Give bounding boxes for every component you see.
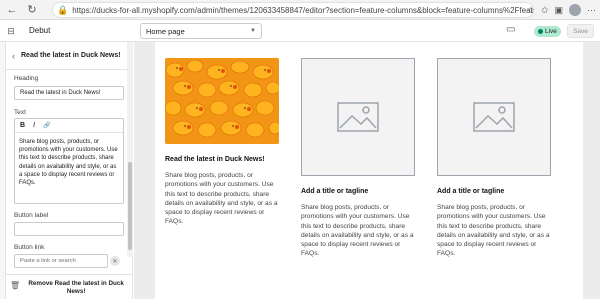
favorites-icon[interactable]: ✩ xyxy=(541,5,549,16)
button-link-label: Button link xyxy=(14,244,45,251)
column-text: Share blog posts, products, or promotion… xyxy=(165,172,278,226)
text-editor-content[interactable]: Share blog posts, products, or promotion… xyxy=(15,133,123,192)
feature-column-1[interactable]: Read the latest in Duck News! Share blog… xyxy=(165,58,279,227)
trash-icon: 🗑 xyxy=(10,281,21,290)
exit-icon[interactable]: ⊟ xyxy=(4,24,18,38)
theme-name: Debut xyxy=(29,26,51,35)
rte-toolbar: B I 🔗 xyxy=(15,119,123,133)
settings-sidebar: ‹ Read the latest in Duck News! Heading … xyxy=(6,42,133,299)
feature-column-2[interactable]: Add a title or tagline Share blog posts,… xyxy=(301,58,415,259)
page-select-label: Home page xyxy=(146,26,185,36)
preview-canvas: Read the latest in Duck News! Share blog… xyxy=(155,42,583,299)
lock-icon: 🔒 xyxy=(57,4,69,15)
button-label-input[interactable] xyxy=(14,222,124,236)
image-placeholder xyxy=(437,58,551,176)
collections-icon[interactable]: ▣ xyxy=(554,5,563,16)
column-heading: Add a title or tagline xyxy=(301,188,369,195)
refresh-icon[interactable]: ↻ xyxy=(24,2,40,18)
sidebar-title: Read the latest in Duck News! xyxy=(21,52,121,59)
back-arrow-icon[interactable]: ← xyxy=(4,2,20,18)
sidebar-scrollbar[interactable] xyxy=(127,42,133,257)
remove-label: Remove Read the latest in Duck News! xyxy=(28,280,124,295)
back-icon[interactable]: ‹ xyxy=(12,51,15,61)
bold-button[interactable]: B xyxy=(20,122,25,129)
theme-editor-topbar: ⊟ Debut Home page ▼ ▭ Live Save xyxy=(0,20,600,42)
link-icon[interactable]: 🔗 xyxy=(43,122,50,129)
page-selector[interactable]: Home page ▼ xyxy=(140,23,262,39)
more-icon[interactable]: ⋯ xyxy=(587,5,596,16)
sidebar-header: ‹ Read the latest in Duck News! xyxy=(6,42,132,70)
avatar[interactable] xyxy=(569,4,581,16)
browser-toolbar: ← ↻ 🔒 https://ducks-for-all.myshopify.co… xyxy=(0,0,600,20)
live-dot-icon xyxy=(538,29,543,34)
column-heading: Read the latest in Duck News! xyxy=(165,156,265,163)
remove-block-button[interactable]: 🗑 Remove Read the latest in Duck News! xyxy=(6,274,132,299)
feature-column-3[interactable]: Add a title or tagline Share blog posts,… xyxy=(437,58,551,259)
image-placeholder-icon xyxy=(337,102,379,132)
text-label: Text xyxy=(14,109,26,116)
column-text: Share blog posts, products, or promotion… xyxy=(301,204,414,258)
url-text: https://ducks-for-all.myshopify.com/admi… xyxy=(72,5,534,15)
link-picker-icon[interactable]: ✕ xyxy=(110,256,120,266)
star-icon[interactable]: ☆ xyxy=(527,5,535,16)
address-bar[interactable]: 🔒 https://ducks-for-all.myshopify.com/ad… xyxy=(52,2,534,18)
button-label-label: Button label xyxy=(14,212,49,219)
rubber-ducks-image xyxy=(165,58,279,144)
chevron-down-icon: ▼ xyxy=(250,28,256,34)
italic-button[interactable]: I xyxy=(33,122,35,129)
desktop-icon[interactable]: ▭ xyxy=(506,24,515,35)
heading-label: Heading xyxy=(14,75,39,82)
status-text: Live xyxy=(545,28,557,35)
button-link-input[interactable]: Paste a link or search xyxy=(14,254,108,268)
image-placeholder-icon xyxy=(473,102,515,132)
column-heading: Add a title or tagline xyxy=(437,188,505,195)
preview-area: Read the latest in Duck News! Share blog… xyxy=(134,42,600,299)
save-button[interactable]: Save xyxy=(567,24,594,38)
status-badge: Live xyxy=(534,26,561,37)
heading-input[interactable]: Read the latest in Duck News! xyxy=(14,86,124,100)
column-text: Share blog posts, products, or promotion… xyxy=(437,204,550,258)
scroll-thumb[interactable] xyxy=(128,162,132,250)
text-editor[interactable]: B I 🔗 Share blog posts, products, or pro… xyxy=(14,118,124,204)
image-placeholder xyxy=(301,58,415,176)
